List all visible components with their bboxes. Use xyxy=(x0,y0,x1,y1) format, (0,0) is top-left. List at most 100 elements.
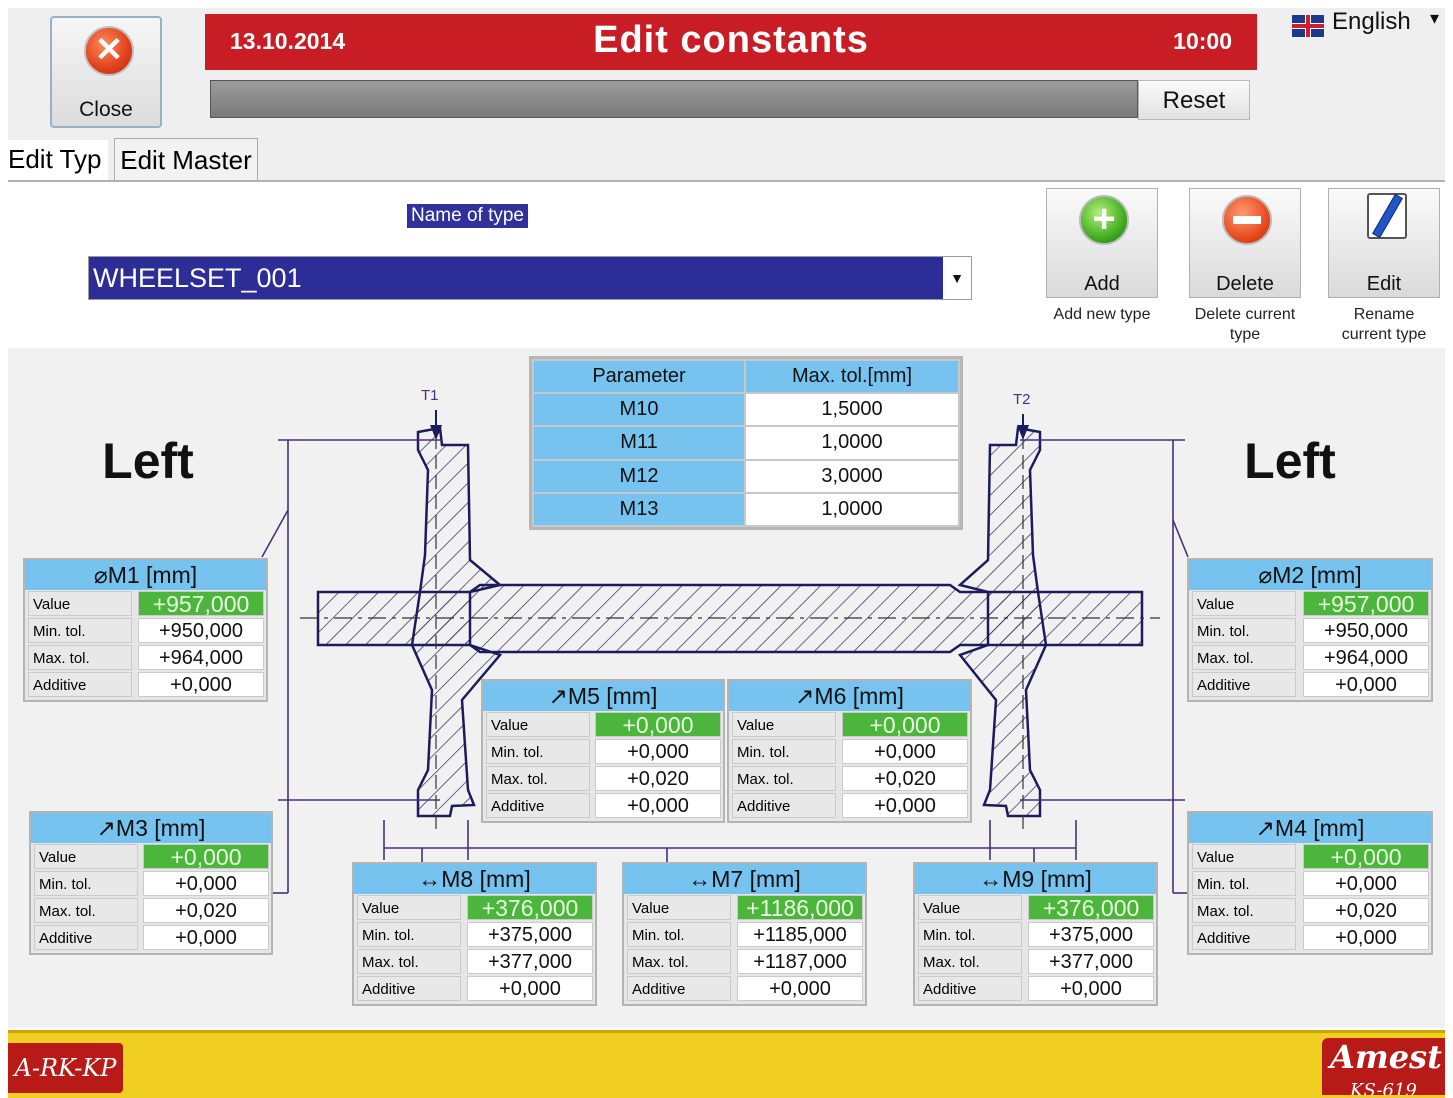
m7-min-field[interactable]: +1185,000 xyxy=(737,922,863,947)
m3-row-max: Max. tol. +0,020 xyxy=(31,897,271,924)
logo-right-model: KS-619 xyxy=(1350,1080,1417,1095)
m7-max-label: Max. tol. xyxy=(627,949,731,974)
m3-min-label: Min. tol. xyxy=(34,871,138,896)
measurement-m9-panel: ↔M9 [mm] Value +376,000 Min. tol. +375,000 Ma… xyxy=(913,862,1158,1006)
param-value[interactable]: 1,0000 xyxy=(746,493,958,525)
m7-additive-label: Additive xyxy=(627,976,731,1001)
measurement-m6-panel: ↗M6 [mm] Value +0,000 Min. tol. +0,000 Max. t… xyxy=(727,679,972,823)
m5-additive-field[interactable]: +0,000 xyxy=(595,793,721,818)
m9-row-additive: Additive +0,000 xyxy=(915,975,1156,1002)
m4-additive-field[interactable]: +0,000 xyxy=(1303,925,1429,950)
m1-max-field[interactable]: +964,000 xyxy=(138,645,264,670)
measurement-m5-panel: ↗M5 [mm] Value +0,000 Min. tol. +0,000 Max. t… xyxy=(481,679,725,823)
m9-min-field[interactable]: +375,000 xyxy=(1028,922,1154,947)
m6-row-max: Max. tol. +0,020 xyxy=(729,765,970,792)
m6-max-label: Max. tol. xyxy=(732,766,836,791)
m7-row-additive: Additive +0,000 xyxy=(624,975,865,1002)
m6-max-field[interactable]: +0,020 xyxy=(842,766,968,791)
m2-additive-label: Additive xyxy=(1192,672,1296,697)
m1-min-field[interactable]: +950,000 xyxy=(138,618,264,643)
param-value[interactable]: 3,0000 xyxy=(746,460,958,492)
m5-value-field[interactable]: +0,000 xyxy=(595,712,721,737)
measurement-m3-panel: ↗M3 [mm] Value +0,000 Min. tol. +0,000 Max. t… xyxy=(29,811,273,955)
param-name: M10 xyxy=(534,394,744,426)
m5-min-field[interactable]: +0,000 xyxy=(595,739,721,764)
param-value[interactable]: 1,0000 xyxy=(746,427,958,459)
m8-additive-label: Additive xyxy=(357,976,461,1001)
m9-title: ↔M9 [mm] xyxy=(915,864,1156,894)
m4-max-field[interactable]: +0,020 xyxy=(1303,898,1429,923)
m7-max-field[interactable]: +1187,000 xyxy=(737,949,863,974)
m8-value-field[interactable]: +376,000 xyxy=(467,895,593,920)
m3-row-min: Min. tol. +0,000 xyxy=(31,870,271,897)
measurement-m7-panel: ↔M7 [mm] Value +1186,000 Min. tol. +1185,000… xyxy=(622,862,867,1006)
parameter-header: Parameter xyxy=(534,361,744,393)
parameter-table: Parameter Max. tol.[mm] M10 1,5000 M11 1… xyxy=(529,356,963,530)
m5-row-additive: Additive +0,000 xyxy=(483,792,723,819)
m1-additive-field[interactable]: +0,000 xyxy=(138,672,264,697)
m4-row-value: Value +0,000 xyxy=(1189,843,1431,870)
marker-t2: T2 xyxy=(1013,391,1031,408)
m1-value-field[interactable]: +957,000 xyxy=(138,591,264,616)
m8-additive-field[interactable]: +0,000 xyxy=(467,976,593,1001)
m9-row-value: Value +376,000 xyxy=(915,894,1156,921)
m3-additive-field[interactable]: +0,000 xyxy=(143,925,269,950)
m9-additive-field[interactable]: +0,000 xyxy=(1028,976,1154,1001)
m3-min-field[interactable]: +0,000 xyxy=(143,871,269,896)
m9-additive-label: Additive xyxy=(918,976,1022,1001)
m3-value-field[interactable]: +0,000 xyxy=(143,844,269,869)
logo-right: Amest KS-619 xyxy=(1322,1038,1445,1095)
m7-value-label: Value xyxy=(627,895,731,920)
m5-additive-label: Additive xyxy=(486,793,590,818)
m3-row-additive: Additive +0,000 xyxy=(31,924,271,951)
side-label-right: Left xyxy=(1244,433,1336,489)
m6-min-field[interactable]: +0,000 xyxy=(842,739,968,764)
table-row: M11 1,0000 xyxy=(534,427,958,459)
m4-row-min: Min. tol. +0,000 xyxy=(1189,870,1431,897)
m6-additive-field[interactable]: +0,000 xyxy=(842,793,968,818)
m6-additive-label: Additive xyxy=(732,793,836,818)
m2-min-field[interactable]: +950,000 xyxy=(1303,618,1429,643)
m4-row-additive: Additive +0,000 xyxy=(1189,924,1431,951)
m4-value-field[interactable]: +0,000 xyxy=(1303,844,1429,869)
m7-additive-field[interactable]: +0,000 xyxy=(737,976,863,1001)
m8-value-label: Value xyxy=(357,895,461,920)
m5-value-label: Value xyxy=(486,712,590,737)
m1-row-min: Min. tol. +950,000 xyxy=(25,617,266,644)
m8-row-value: Value +376,000 xyxy=(354,894,595,921)
m7-value-field[interactable]: +1186,000 xyxy=(737,895,863,920)
m2-max-field[interactable]: +964,000 xyxy=(1303,645,1429,670)
m9-row-min: Min. tol. +375,000 xyxy=(915,921,1156,948)
m6-row-value: Value +0,000 xyxy=(729,711,970,738)
param-value[interactable]: 1,5000 xyxy=(746,394,958,426)
m9-max-field[interactable]: +377,000 xyxy=(1028,949,1154,974)
m7-min-label: Min. tol. xyxy=(627,922,731,947)
m2-row-value: Value +957,000 xyxy=(1189,590,1431,617)
m9-value-field[interactable]: +376,000 xyxy=(1028,895,1154,920)
m4-title: ↗M4 [mm] xyxy=(1189,813,1431,843)
m9-min-label: Min. tol. xyxy=(918,922,1022,947)
table-row: M10 1,5000 xyxy=(534,394,958,426)
m6-row-additive: Additive +0,000 xyxy=(729,792,970,819)
m4-value-label: Value xyxy=(1192,844,1296,869)
param-name: M11 xyxy=(534,427,744,459)
m3-row-value: Value +0,000 xyxy=(31,843,271,870)
table-row: M12 3,0000 xyxy=(534,460,958,492)
m5-min-label: Min. tol. xyxy=(486,739,590,764)
m5-max-field[interactable]: +0,020 xyxy=(595,766,721,791)
m5-row-max: Max. tol. +0,020 xyxy=(483,765,723,792)
m1-additive-label: Additive xyxy=(28,672,132,697)
m8-min-label: Min. tol. xyxy=(357,922,461,947)
measurement-m8-panel: ↔M8 [mm] Value +376,000 Min. tol. +375,000 Ma… xyxy=(352,862,597,1006)
m4-min-field[interactable]: +0,000 xyxy=(1303,871,1429,896)
param-name: M13 xyxy=(534,493,744,525)
m8-min-field[interactable]: +375,000 xyxy=(467,922,593,947)
m3-max-field[interactable]: +0,020 xyxy=(143,898,269,923)
m6-value-field[interactable]: +0,000 xyxy=(842,712,968,737)
m2-additive-field[interactable]: +0,000 xyxy=(1303,672,1429,697)
m1-min-label: Min. tol. xyxy=(28,618,132,643)
m2-value-field[interactable]: +957,000 xyxy=(1303,591,1429,616)
footer-bar xyxy=(8,1030,1445,1098)
m8-max-field[interactable]: +377,000 xyxy=(467,949,593,974)
m2-title: ⌀M2 [mm] xyxy=(1189,560,1431,590)
